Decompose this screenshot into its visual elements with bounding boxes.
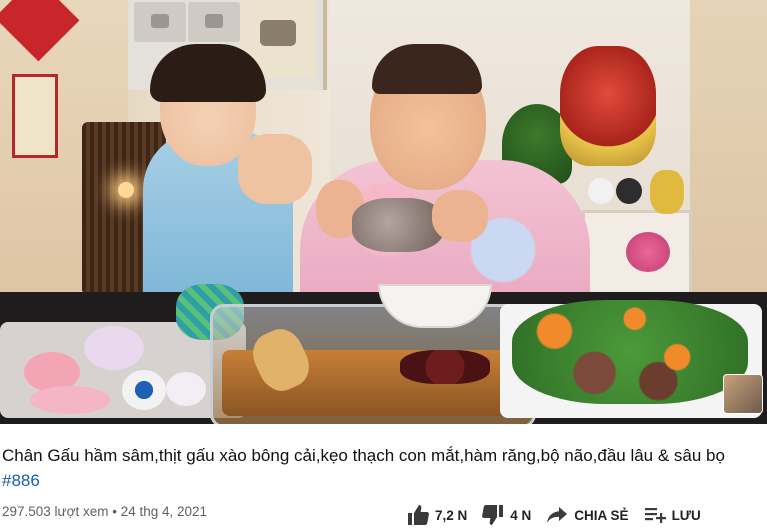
- video-food-stir-fry: [512, 300, 748, 404]
- like-count: 7,2 N: [435, 507, 468, 523]
- video-player[interactable]: [0, 0, 767, 424]
- video-decor-plaque: [188, 2, 240, 42]
- like-button[interactable]: 7,2 N: [406, 504, 467, 526]
- thumbs-up-icon: [406, 504, 430, 526]
- dislike-count: 4 N: [510, 507, 532, 523]
- video-food-candy-teeth: [30, 386, 110, 414]
- video-decor-flowers: [626, 232, 670, 272]
- thumbs-down-icon: [481, 504, 505, 526]
- save-label: LƯU: [671, 507, 701, 523]
- video-decor-balls: [588, 178, 614, 204]
- view-count: 297.503 lượt xem: [2, 504, 109, 519]
- hashtag-link[interactable]: #886: [2, 471, 40, 491]
- dislike-button[interactable]: 4 N: [481, 504, 531, 526]
- video-person-woman-hand: [432, 190, 488, 242]
- meta-separator: •: [112, 504, 117, 519]
- video-meta: 297.503 lượt xem • 24 thg 4, 2021: [2, 504, 207, 520]
- video-food-bear-paw: [352, 198, 444, 252]
- save-button[interactable]: LƯU: [643, 504, 701, 526]
- video-decor-ornament: [560, 46, 656, 166]
- video-person-child-hands: [238, 134, 312, 204]
- video-title: Chân Gấu hầm sâm,thịt gấu xào bông cải,k…: [2, 446, 725, 465]
- add-to-playlist-icon: [643, 504, 667, 526]
- share-arrow-icon: [545, 504, 569, 526]
- video-food-red-dates: [400, 350, 490, 384]
- upload-date: 24 thg 4, 2021: [120, 504, 208, 519]
- video-actions: 7,2 N 4 N CHIA SẺ LƯU: [406, 503, 701, 527]
- video-decor-lucky-cat: [650, 170, 684, 214]
- share-button[interactable]: CHIA SẺ: [545, 504, 629, 526]
- video-watermark-avatar: [723, 374, 763, 414]
- video-decor-scroll: [12, 74, 58, 158]
- video-food-candy-skull: [166, 372, 206, 406]
- video-food-candy-brain: [84, 326, 144, 370]
- video-food-candy-eye: [122, 370, 166, 410]
- share-label: CHIA SẺ: [574, 507, 629, 523]
- video-decor-plaque: [134, 2, 186, 42]
